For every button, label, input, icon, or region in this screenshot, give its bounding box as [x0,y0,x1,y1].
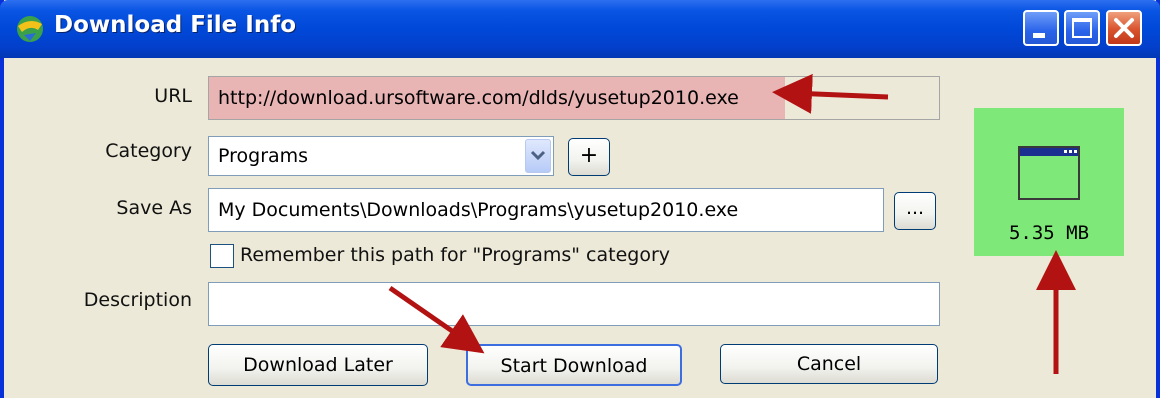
category-select[interactable]: Programs [208,136,554,176]
close-icon [1114,18,1134,38]
description-label: Description [83,289,192,311]
save-as-field[interactable]: My Documents\Downloads\Programs\yusetup2… [208,188,884,232]
title-bar[interactable]: Download File Info [0,0,1160,58]
save-as-label: Save As [116,197,192,219]
start-download-button[interactable]: Start Download [466,344,682,386]
file-size: 5.35 MB [1008,222,1090,244]
download-app-icon [17,16,43,42]
application-window-icon [1018,146,1080,200]
minimize-button[interactable] [1023,10,1059,46]
remember-path-label: Remember this path for "Programs" catego… [240,244,671,266]
window-title: Download File Info [54,12,297,38]
chevron-down-icon [530,150,546,161]
download-later-button[interactable]: Download Later [208,344,428,386]
minimize-icon [1033,33,1045,38]
category-value: Programs [218,145,309,167]
cancel-button[interactable]: Cancel [720,344,938,384]
url-field[interactable]: http://download.ursoftware.com/dlds/yuse… [208,76,940,120]
maximize-icon [1072,18,1092,38]
url-value: http://download.ursoftware.com/dlds/yuse… [218,87,739,109]
description-field[interactable] [208,282,940,326]
remember-path-checkbox[interactable] [210,244,234,268]
dropdown-button[interactable] [525,139,551,173]
maximize-button[interactable] [1064,10,1100,46]
add-category-button[interactable]: + [568,138,610,176]
browse-button[interactable]: ... [894,192,936,230]
close-button[interactable] [1106,10,1142,46]
category-label: Category [105,140,192,162]
url-label: URL [154,85,192,107]
